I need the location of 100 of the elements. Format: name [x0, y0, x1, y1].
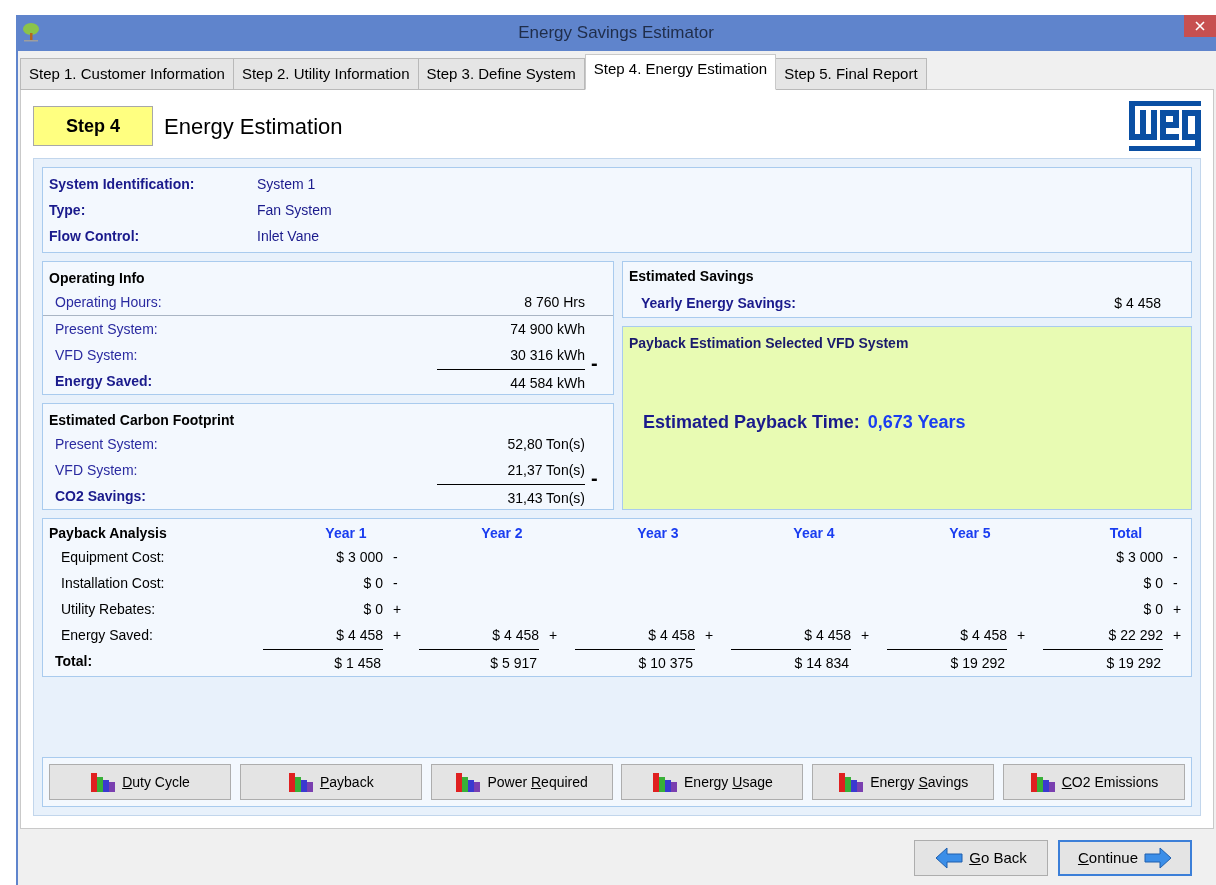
page-title: Energy Estimation — [164, 112, 343, 141]
window-title: Energy Savings Estimator — [518, 23, 714, 43]
row-label: Total: — [54, 651, 94, 671]
operator-sign: - — [392, 547, 399, 567]
section-title: Estimated Savings — [629, 267, 755, 286]
left-arrow-icon — [935, 847, 964, 869]
field-label: Present System: — [55, 434, 158, 454]
column-header: Year 1 — [324, 523, 368, 543]
field-value: Fan System — [257, 200, 333, 220]
chart-button[interactable]: Energy Savings — [812, 764, 995, 800]
continue-button[interactable]: Continue — [1058, 840, 1192, 876]
tab[interactable]: Step 4. Energy Estimation — [584, 54, 777, 90]
operator-sign: - — [1172, 547, 1179, 567]
row-label: Utility Rebates: — [60, 599, 157, 619]
table-cell-text: $ 4 458 — [335, 625, 384, 645]
bar-chart-icon — [838, 771, 865, 793]
table-cell: $ 10 375 — [575, 648, 695, 674]
field-value: 21,37 Ton(s) — [506, 460, 585, 480]
chart-button[interactable]: Payback — [239, 764, 422, 800]
step-badge: Step 4 — [33, 106, 153, 146]
operator-sign: + — [860, 625, 871, 645]
table-cell-text: $ 0 — [362, 599, 384, 619]
chart-button[interactable]: Energy Usage — [621, 764, 804, 800]
field-label: Type: — [49, 200, 87, 220]
field-label: Operating Hours: — [55, 292, 162, 312]
table-cell: $ 1 458 — [263, 648, 383, 674]
section-title: Operating Info — [49, 270, 145, 286]
column-header: Total — [1108, 523, 1144, 543]
table-cell: $ 5 917 — [419, 648, 539, 674]
field-label: Energy Saved: — [55, 371, 153, 391]
table-cell-text: $ 0 — [1142, 573, 1164, 593]
tree-icon — [20, 21, 42, 43]
field-value: 52,80 Ton(s) — [506, 434, 585, 454]
row-label: Energy Saved: — [60, 625, 154, 645]
section-title: Payback Analysis — [49, 523, 168, 543]
tab[interactable]: Step 3. Define System — [417, 58, 585, 90]
field-value: 8 760 Hrs — [523, 292, 585, 312]
field-label: CO2 Savings: — [55, 486, 147, 506]
column-header: Year 4 — [792, 523, 836, 543]
operator-sign: + — [1172, 625, 1183, 645]
section-title: Estimated Carbon Footprint — [49, 412, 235, 428]
operator-sign: - — [591, 468, 598, 488]
column-header: Year 3 — [636, 523, 680, 543]
chart-button[interactable]: Duty Cycle — [49, 764, 231, 800]
field-value: System 1 — [257, 174, 317, 194]
table-cell-text: $ 22 292 — [1107, 625, 1164, 645]
operator-sign: + — [548, 625, 559, 645]
close-icon — [1195, 21, 1205, 31]
field-label: Flow Control: — [49, 226, 141, 246]
field-value: Inlet Vane — [257, 226, 320, 246]
table-cell-text: $ 4 458 — [803, 625, 852, 645]
logo — [1129, 101, 1201, 151]
field-label: Yearly Energy Savings: — [641, 294, 796, 313]
operator-sign: + — [392, 599, 403, 619]
bar-chart-icon — [90, 771, 117, 793]
operator-sign: + — [1172, 599, 1183, 619]
right-arrow-icon — [1144, 847, 1173, 869]
field-value: 31,43 Ton(s) — [437, 483, 585, 509]
field-value: 74 900 kWh — [509, 319, 585, 339]
operator-sign: + — [392, 625, 403, 645]
table-cell-text: $ 0 — [362, 573, 384, 593]
field-label: Present System: — [55, 319, 158, 339]
field-value: $ 4 458 — [1114, 294, 1161, 313]
tab[interactable]: Step 1. Customer Information — [20, 58, 234, 90]
operator-sign: + — [1016, 625, 1027, 645]
bar-chart-icon — [287, 771, 314, 793]
column-header: Year 5 — [948, 523, 992, 543]
operator-sign: - — [1172, 573, 1179, 593]
field-value: 0,673 Years — [867, 411, 966, 434]
table-cell-text: $ 4 458 — [491, 625, 540, 645]
section-title: Payback Estimation Selected VFD System — [629, 334, 910, 353]
chart-button[interactable]: Power Required — [430, 764, 613, 800]
field-label: VFD System: — [55, 460, 138, 480]
table-cell: $ 14 834 — [731, 648, 851, 674]
field-label: System Identification: — [49, 174, 196, 194]
back-button[interactable]: Go Back — [914, 840, 1048, 876]
column-header: Year 2 — [480, 523, 524, 543]
field-label: Estimated Payback Time: — [643, 411, 860, 434]
bar-chart-icon — [1029, 771, 1056, 793]
row-label: Installation Cost: — [60, 573, 166, 593]
field-value: 30 316 kWh — [509, 345, 585, 365]
tab[interactable]: Step 2. Utility Information — [232, 58, 419, 90]
operator-sign: - — [591, 353, 598, 373]
table-cell: $ 19 292 — [1043, 648, 1163, 674]
bar-chart-icon — [652, 771, 678, 793]
tab[interactable]: Step 5. Final Report — [775, 58, 927, 90]
table-cell-text: $ 3 000 — [335, 547, 384, 567]
field-label: VFD System: — [55, 345, 138, 365]
table-cell-text: $ 4 458 — [959, 625, 1008, 645]
close-button[interactable] — [1184, 15, 1216, 37]
operator-sign: + — [704, 625, 715, 645]
operator-sign: - — [392, 573, 399, 593]
chart-button[interactable]: CO2 Emissions — [1003, 764, 1185, 800]
table-cell-text: $ 4 458 — [647, 625, 696, 645]
bar-chart-icon — [455, 771, 482, 793]
table-cell: $ 19 292 — [887, 648, 1007, 674]
row-label: Equipment Cost: — [60, 547, 166, 567]
table-cell-text: $ 0 — [1142, 599, 1164, 619]
table-cell-text: $ 3 000 — [1115, 547, 1164, 567]
field-value: 44 584 kWh — [437, 368, 585, 394]
